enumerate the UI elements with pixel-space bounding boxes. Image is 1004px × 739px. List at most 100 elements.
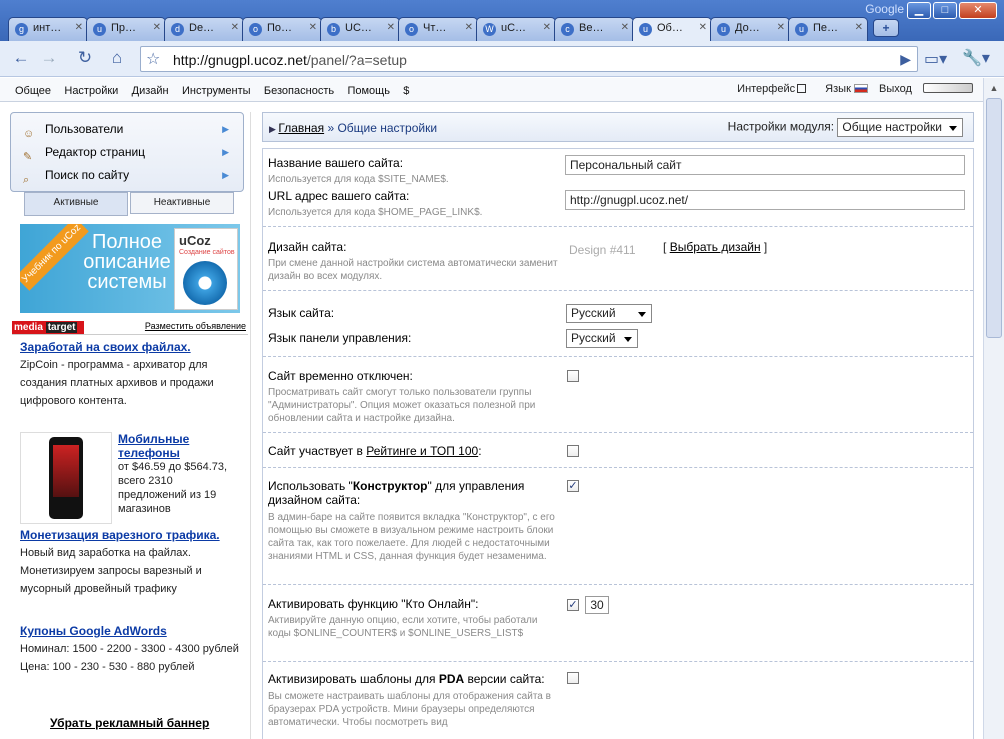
ad-title-link[interactable]: Купоны Google AdWords	[20, 622, 240, 640]
tab-label: uC…	[501, 22, 527, 34]
tab-close-icon[interactable]: ✕	[309, 22, 317, 33]
reload-button[interactable]: ↻	[72, 47, 98, 71]
minimize-button[interactable]: ▁	[907, 2, 931, 19]
maximize-button[interactable]: □	[933, 2, 957, 19]
place-ad-link[interactable]: Разместить объявление	[145, 321, 246, 331]
scroll-up-arrow-icon[interactable]: ▲	[986, 80, 1002, 96]
browser-tab[interactable]: b UC… ✕	[320, 17, 400, 41]
home-button[interactable]: ⌂	[104, 47, 130, 71]
browser-tab[interactable]: u Пр… ✕	[86, 17, 166, 41]
tab-close-icon[interactable]: ✕	[387, 22, 395, 33]
browser-tab[interactable]: u Об… ✕	[632, 17, 712, 42]
tab-close-icon[interactable]: ✕	[465, 22, 473, 33]
design-label: Дизайн сайта:	[268, 240, 347, 254]
design-current: Design #411	[569, 243, 636, 257]
browser-tab[interactable]: WuC… ✕	[476, 17, 556, 41]
menu-settings[interactable]: Настройки	[64, 85, 118, 97]
site-lang-select[interactable]: Русский	[566, 304, 652, 323]
zoom-slider[interactable]	[923, 83, 973, 95]
ad-body: Номинал: 1500 - 2200 - 3300 - 4300 рубле…	[20, 643, 239, 673]
menu-tools[interactable]: Инструменты	[182, 85, 251, 97]
settings-row-language: Язык сайта: Русский Язык панели управлен…	[263, 291, 973, 357]
mediatarget-logo[interactable]: media target	[12, 321, 84, 334]
sidebar-item-page-editor[interactable]: ✎ Редактор страниц ▶	[21, 141, 233, 164]
interface-checkbox-icon	[797, 84, 807, 93]
panel-header: ▶ Главная » Общие настройки Настройки мо…	[262, 112, 974, 142]
home-icon: ⌂	[111, 48, 123, 67]
tab-favicon-icon: u	[717, 23, 730, 36]
menu-general[interactable]: Общее	[15, 85, 51, 97]
tab-close-icon[interactable]: ✕	[543, 22, 551, 33]
online-minutes-input[interactable]: 30	[585, 596, 609, 614]
back-button[interactable]: ←	[8, 47, 34, 71]
url-text[interactable]: http://gnugpl.ucoz.net/panel/?a=setup	[173, 52, 407, 68]
menu-dollar[interactable]: $	[403, 85, 409, 97]
remove-banner-link[interactable]: Убрать рекламный баннер	[50, 716, 209, 730]
new-tab-button[interactable]: +	[873, 19, 899, 37]
tab-favicon-icon: o	[405, 23, 418, 36]
pda-checkbox[interactable]	[567, 672, 579, 684]
browser-tab[interactable]: u Пе… ✕	[788, 17, 868, 41]
menu-security[interactable]: Безопасность	[264, 85, 334, 97]
checkmark-icon: ✓	[568, 480, 578, 492]
address-bar[interactable]: ☆ http://gnugpl.ucoz.net/panel/?a=setup …	[140, 46, 918, 72]
ucoz-banner[interactable]: Учебник по uCoz Полное описание системы …	[20, 224, 240, 313]
sidebar-item-site-search[interactable]: ⌕ Поиск по сайту ▶	[21, 164, 233, 187]
site-url-input[interactable]: http://gnugpl.ucoz.net/	[565, 190, 965, 210]
go-icon[interactable]: ▶	[900, 51, 911, 68]
logout-link[interactable]: Выход	[879, 83, 912, 95]
sidebar-item-users[interactable]: ☺ Пользователи ▶	[21, 118, 233, 141]
tab-favicon-icon: c	[561, 23, 574, 36]
rating-checkbox[interactable]	[567, 445, 579, 457]
scroll-thumb[interactable]	[986, 98, 1002, 338]
tab-close-icon[interactable]: ✕	[153, 22, 161, 33]
page-scrollbar[interactable]: ▲	[983, 78, 1004, 739]
rating-top100-link[interactable]: Рейтинге и ТОП 100	[366, 444, 478, 458]
bookmark-star-icon[interactable]: ☆	[146, 49, 160, 69]
ad-title-link[interactable]: Монетизация варезного трафика.	[20, 526, 240, 544]
online-checkbox[interactable]: ✓	[567, 599, 579, 611]
forward-button[interactable]: →	[36, 47, 62, 71]
tab-close-icon[interactable]: ✕	[621, 22, 629, 33]
admin-right-controls: Интерфейс Язык Выход	[721, 83, 973, 95]
panel-lang-select[interactable]: Русский	[566, 329, 638, 348]
constructor-checkbox[interactable]: ✓	[567, 480, 579, 492]
choose-design-link[interactable]: Выбрать дизайн	[670, 240, 761, 254]
browser-tab[interactable]: d De… ✕	[164, 17, 244, 41]
site-name-input[interactable]: Персональный сайт	[565, 155, 965, 175]
column-divider	[250, 112, 251, 739]
browser-tab[interactable]: c Ве… ✕	[554, 17, 634, 41]
page-menu-icon[interactable]: ▭▾	[924, 49, 947, 69]
tab-close-icon[interactable]: ✕	[699, 22, 707, 33]
browser-tab[interactable]: g инт… ✕	[8, 17, 88, 41]
tab-inactive[interactable]: Неактивные	[130, 192, 234, 214]
tab-active[interactable]: Активные	[24, 192, 128, 216]
ad-title-link[interactable]: Мобильные телефоны	[118, 432, 242, 460]
module-settings-select[interactable]: Общие настройки	[837, 118, 963, 137]
tab-label: До…	[735, 22, 760, 34]
browser-tab[interactable]: o Чт… ✕	[398, 17, 478, 41]
arrow-right-icon: ▶	[222, 170, 229, 180]
mediatarget-logo-a: media	[14, 322, 43, 333]
constructor-label-pre: Использовать "	[268, 479, 353, 493]
disabled-checkbox[interactable]	[567, 370, 579, 382]
phone-image[interactable]	[20, 432, 112, 524]
tab-close-icon[interactable]: ✕	[231, 22, 239, 33]
online-hint: Активируйте данную опцию, если хотите, ч…	[268, 615, 538, 639]
tab-close-icon[interactable]: ✕	[777, 22, 785, 33]
breadcrumb-home[interactable]: Главная	[278, 121, 324, 135]
ad-title-link[interactable]: Заработай на своих файлах.	[20, 338, 240, 356]
tab-close-icon[interactable]: ✕	[75, 22, 83, 33]
browser-tab[interactable]: u До… ✕	[710, 17, 790, 41]
tab-label: Чт…	[423, 22, 447, 34]
interface-toggle[interactable]: Интерфейс	[729, 83, 807, 95]
menu-help[interactable]: Помощь	[347, 85, 390, 97]
tab-close-icon[interactable]: ✕	[855, 22, 863, 33]
constructor-label: Использовать "Конструктор" для управлени…	[268, 479, 548, 507]
wrench-menu-icon[interactable]: 🔧▾	[962, 48, 990, 68]
language-switch[interactable]: Язык	[817, 83, 868, 95]
pda-label-pre: Активизировать шаблоны для	[268, 672, 439, 686]
browser-tab[interactable]: o По… ✕	[242, 17, 322, 41]
menu-design[interactable]: Дизайн	[132, 85, 169, 97]
close-window-button[interactable]: ✕	[959, 2, 997, 19]
